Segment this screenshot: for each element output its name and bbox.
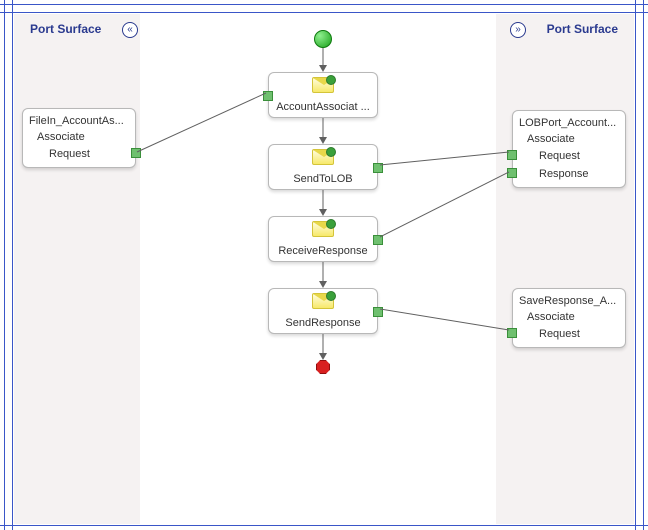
shape-connector-icon[interactable]: [373, 307, 383, 317]
end-shape[interactable]: [316, 360, 330, 374]
left-port-surface-label: Port Surface: [30, 22, 101, 36]
port-save-request[interactable]: Request: [513, 325, 625, 343]
shape-connector-icon[interactable]: [373, 163, 383, 173]
port-lob-response-label: Response: [539, 168, 589, 180]
collapse-right-icon[interactable]: »: [510, 22, 526, 38]
port-lob-title: LOBPort_Account...: [513, 113, 625, 131]
shape-label: SendToLOB: [293, 173, 352, 185]
port-saveresponse[interactable]: SaveResponse_A... Associate Request: [512, 288, 626, 348]
shape-accountassociate[interactable]: AccountAssociat ...: [268, 72, 378, 118]
port-filein-operation[interactable]: Associate: [23, 129, 135, 145]
receive-icon: [312, 77, 334, 93]
port-save-operation[interactable]: Associate: [513, 309, 625, 325]
left-port-surface-bg: [14, 14, 140, 524]
right-port-surface-label: Port Surface: [547, 22, 618, 36]
collapse-left-icon[interactable]: «: [122, 22, 138, 38]
shape-connector-icon[interactable]: [373, 235, 383, 245]
ruler-bottom: [0, 525, 648, 526]
port-filein-title: FileIn_AccountAs...: [23, 111, 135, 129]
receive-icon: [312, 221, 334, 237]
start-shape[interactable]: [314, 30, 332, 48]
port-lob-operation[interactable]: Associate: [513, 131, 625, 147]
port-lob-request-label: Request: [539, 150, 580, 162]
shape-label: SendResponse: [285, 317, 360, 329]
shape-sendresponse[interactable]: SendResponse: [268, 288, 378, 334]
send-icon: [312, 293, 334, 309]
port-connector-icon[interactable]: [507, 168, 517, 178]
port-save-title: SaveResponse_A...: [513, 291, 625, 309]
shape-sendtolob[interactable]: SendToLOB: [268, 144, 378, 190]
shape-receiveresponse[interactable]: ReceiveResponse: [268, 216, 378, 262]
ruler-right-1: [643, 0, 644, 530]
shape-label: ReceiveResponse: [278, 245, 367, 257]
port-save-request-label: Request: [539, 328, 580, 340]
ruler-top-2: [0, 12, 648, 13]
orchestration-designer-canvas[interactable]: Port Surface « Port Surface » FileIn_Acc…: [0, 0, 648, 530]
port-connector-icon[interactable]: [507, 328, 517, 338]
port-lob-request[interactable]: Request: [513, 147, 625, 165]
port-lob[interactable]: LOBPort_Account... Associate Request Res…: [512, 110, 626, 188]
shape-label: AccountAssociat ...: [276, 101, 370, 113]
ruler-left-1: [4, 0, 5, 530]
ruler-top-1: [0, 4, 648, 5]
port-filein[interactable]: FileIn_AccountAs... Associate Request: [22, 108, 136, 168]
ruler-right-2: [635, 0, 636, 530]
send-icon: [312, 149, 334, 165]
port-filein-request-label: Request: [49, 148, 90, 160]
shape-connector-icon[interactable]: [263, 91, 273, 101]
port-filein-request[interactable]: Request: [23, 145, 135, 163]
port-lob-response[interactable]: Response: [513, 165, 625, 183]
ruler-left-2: [12, 0, 13, 530]
port-connector-icon[interactable]: [507, 150, 517, 160]
port-connector-icon[interactable]: [131, 148, 141, 158]
right-port-surface-bg: [496, 14, 634, 524]
